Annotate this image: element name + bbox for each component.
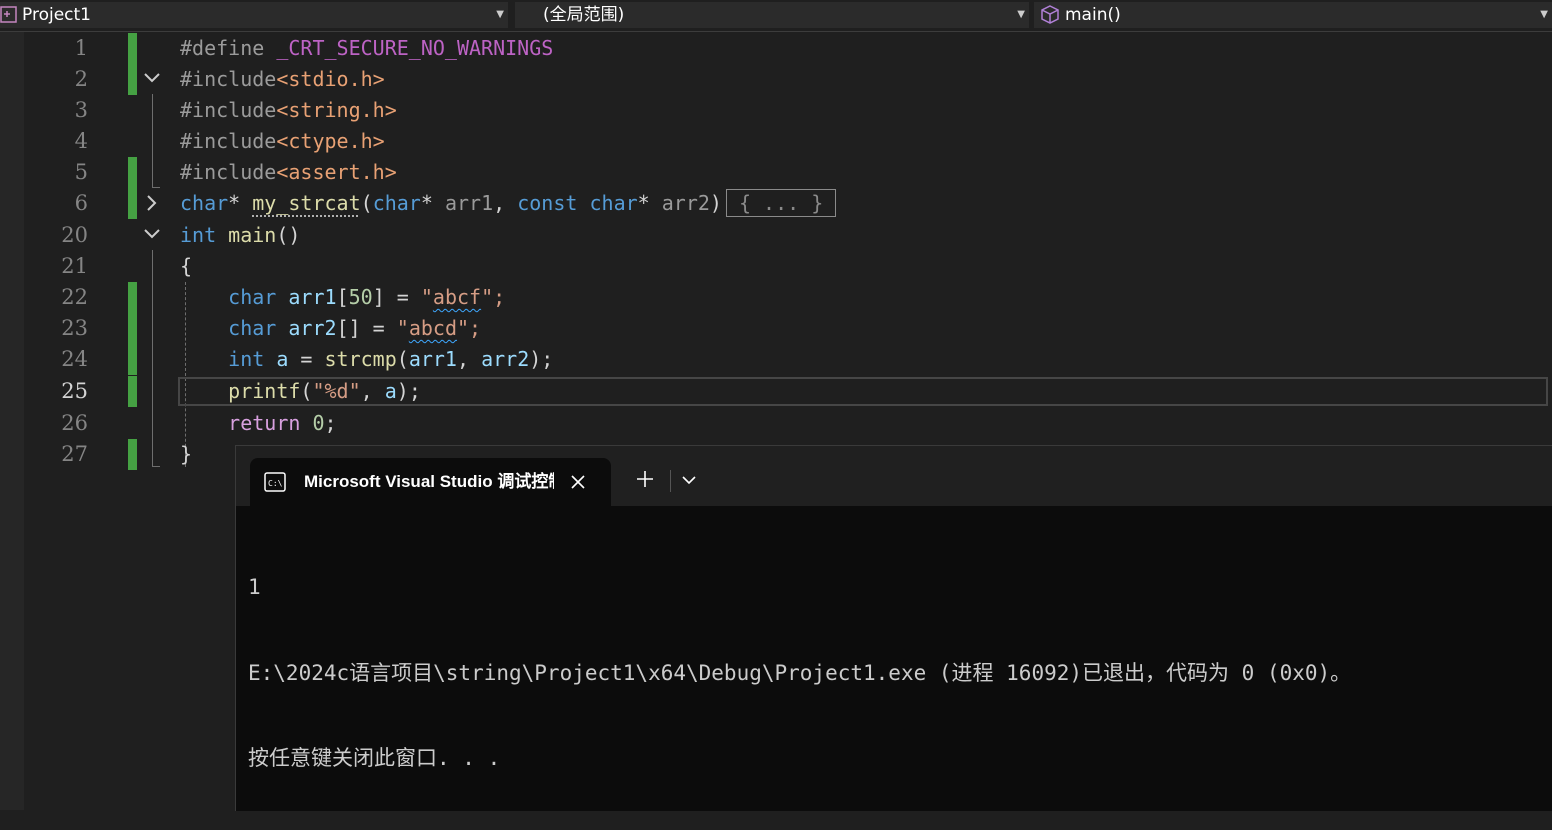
line-number: 21 [61,254,88,278]
plus-icon[interactable] [634,468,656,490]
change-marker [128,376,137,407]
close-icon[interactable] [568,472,588,492]
function-name: main() [1065,5,1121,25]
console-output[interactable]: 1 E:\2024c语言项目\string\Project1\x64\Debug… [248,516,1548,830]
scope-label: (全局范围) [543,5,625,25]
code-text[interactable]: char arr1[50] = "abcf"; [180,282,505,313]
code-line: 2 #include<stdio.h> [0,64,1552,95]
line-number: 20 [61,223,88,247]
code-text[interactable]: int a = strcmp(arr1, arr2); [180,344,553,375]
cube-icon [1041,5,1059,33]
code-line: 20 int main() [0,220,1552,251]
line-number: 24 [61,347,88,371]
code-line: 1 #define _CRT_SECURE_NO_WARNINGS [0,33,1552,64]
line-number: 3 [74,98,88,122]
code-line: 5 #include<assert.h> [0,157,1552,188]
code-line: 23 char arr2[] = "abcd"; [0,313,1552,344]
change-marker [128,157,137,188]
project-name: Project1 [22,5,91,25]
code-text[interactable]: printf("%d", a); [180,376,421,407]
code-line: 4 #include<ctype.h> [0,126,1552,157]
code-text[interactable]: #include<string.h> [180,95,397,126]
code-text[interactable]: #include<stdio.h> [180,64,385,95]
code-text[interactable]: { [180,251,192,282]
project-dropdown[interactable]: Project1 ▼ [0,2,508,28]
console-line: 按任意键关闭此窗口. . . [248,746,501,770]
code-line: 6 char* my_strcat(char* arr1, const char… [0,188,1552,219]
change-marker [128,313,137,344]
terminal-icon: C:\ [264,472,286,492]
chevron-down-icon[interactable] [679,470,699,490]
code-text[interactable]: char* my_strcat(char* arr1, const char* … [180,188,837,219]
function-dropdown[interactable]: main() ▼ [1034,2,1552,28]
code-text[interactable]: int main() [180,220,300,251]
code-line: 24 int a = strcmp(arr1, arr2); [0,344,1552,375]
chevron-down-icon: ▼ [496,9,504,20]
line-number: 23 [61,316,88,340]
chevron-down-icon[interactable] [143,64,161,84]
project-icon [0,6,18,32]
line-number: 5 [74,160,88,184]
chevron-down-icon: ▼ [1017,9,1025,20]
change-marker [128,33,137,64]
code-text[interactable]: #include<ctype.h> [180,126,385,157]
scope-dropdown[interactable]: (全局范围) ▼ [515,2,1029,28]
change-marker [128,64,137,95]
line-number: 27 [61,442,88,466]
line-number: 1 [74,36,88,60]
line-number: 6 [74,191,88,215]
svg-text:C:\: C:\ [268,479,283,488]
console-tab[interactable]: C:\ Microsoft Visual Studio 调试控制台 [250,458,611,506]
debug-console-window[interactable]: C:\ Microsoft Visual Studio 调试控制台 1 E:\2… [235,445,1552,811]
code-text[interactable]: } [180,439,192,470]
change-marker [128,439,137,470]
collapsed-block-indicator[interactable]: { ... } [725,189,837,217]
change-marker [128,344,137,375]
tab-title: Microsoft Visual Studio 调试控制台 [304,472,554,491]
code-text[interactable]: #define _CRT_SECURE_NO_WARNINGS [180,33,553,64]
line-number: 25 [61,379,88,403]
code-line: 3 #include<string.h> [0,95,1552,126]
line-number: 2 [74,67,88,91]
line-number: 4 [74,129,88,153]
chevron-right-icon[interactable] [143,188,161,211]
chevron-down-icon: ▼ [1540,9,1548,20]
console-line: E:\2024c语言项目\string\Project1\x64\Debug\P… [248,660,1352,685]
code-text[interactable]: char arr2[] = "abcd"; [180,313,481,344]
code-line: 21 { [0,251,1552,282]
terminal-tab-strip: C:\ Microsoft Visual Studio 调试控制台 [236,446,1552,506]
code-line: 25 printf("%d", a); [0,376,1552,407]
code-text[interactable]: #include<assert.h> [180,157,397,188]
change-marker [128,282,137,313]
line-number: 22 [61,285,88,309]
code-line: 22 char arr1[50] = "abcf"; [0,282,1552,313]
tab-separator [670,470,671,492]
chevron-down-icon[interactable] [143,220,161,240]
navigation-bar: Project1 ▼ (全局范围) ▼ main() ▼ [0,0,1552,32]
code-text[interactable]: return 0; [180,408,336,439]
line-number: 26 [61,411,88,435]
code-line: 26 return 0; [0,408,1552,439]
change-marker [128,188,137,219]
console-line: 1 [248,575,261,599]
